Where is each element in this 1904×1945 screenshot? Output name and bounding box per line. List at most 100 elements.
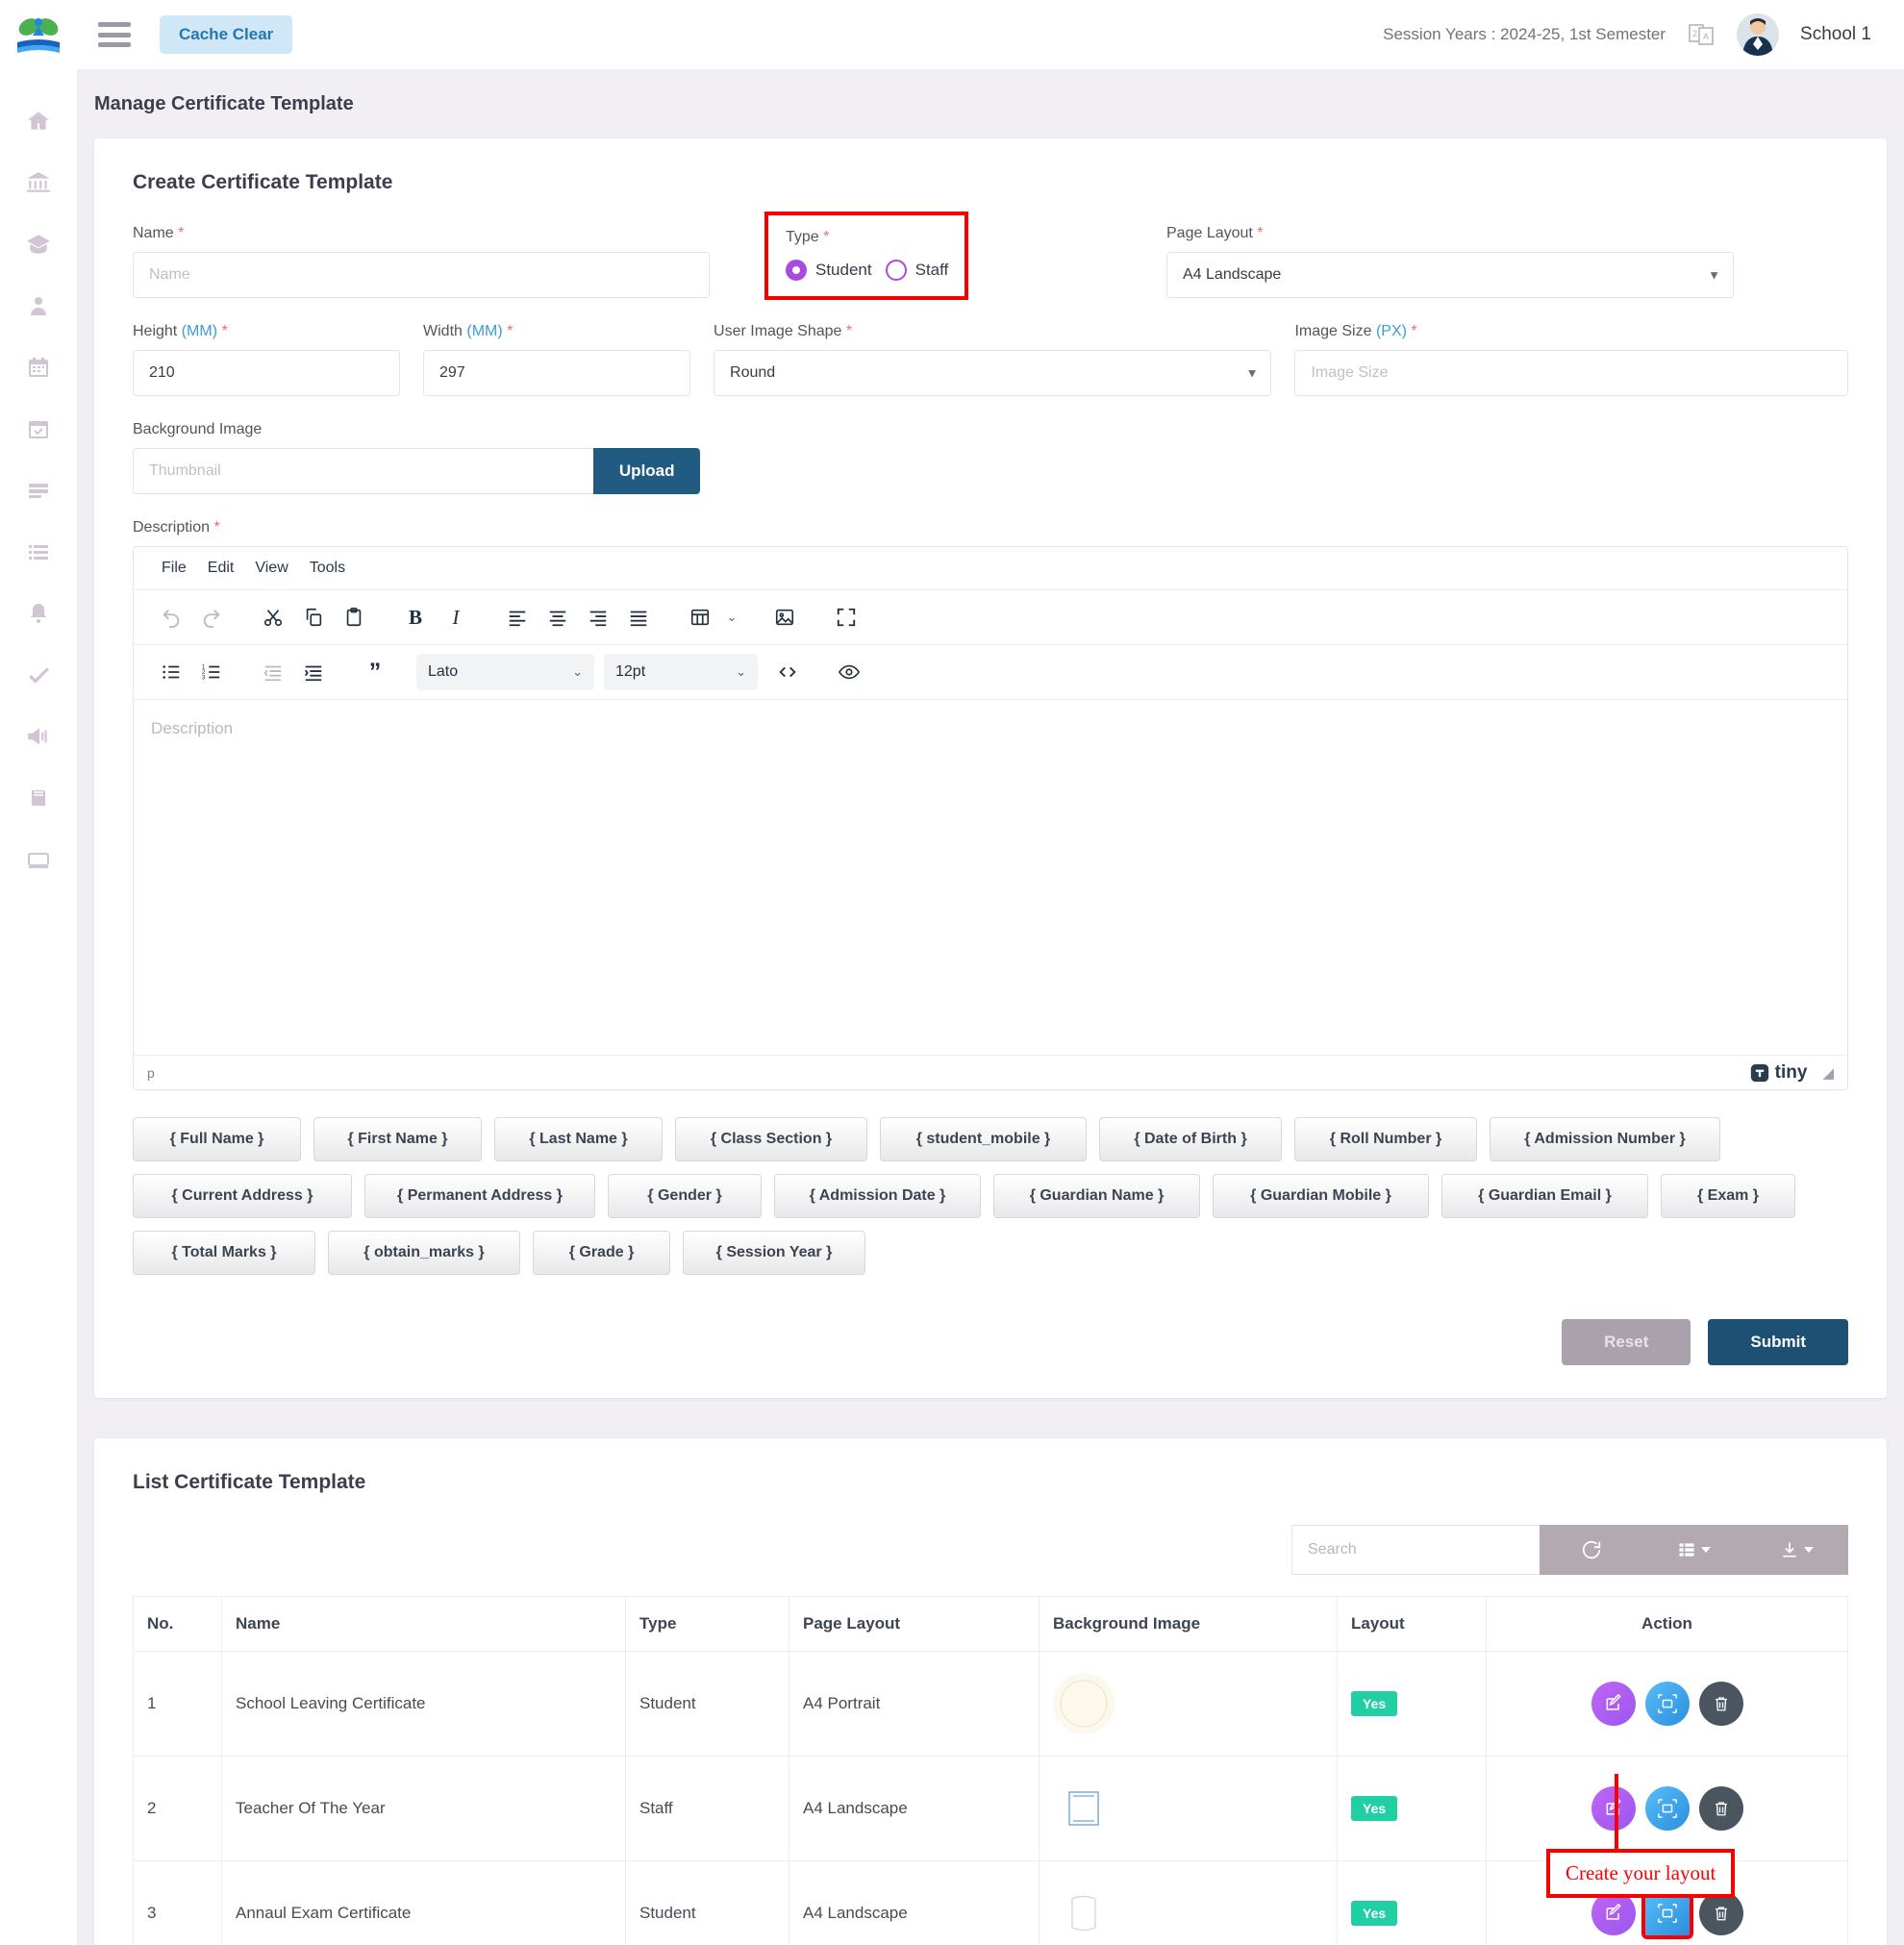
cache-clear-button[interactable]: Cache Clear bbox=[160, 15, 293, 54]
token-last-name[interactable]: { Last Name } bbox=[494, 1117, 663, 1161]
fullscreen-icon[interactable] bbox=[826, 598, 866, 636]
sidebar-item-lists[interactable] bbox=[0, 521, 77, 583]
token-grade[interactable]: { Grade } bbox=[533, 1231, 670, 1275]
menu-tools[interactable]: Tools bbox=[299, 553, 356, 584]
sidebar-item-academics[interactable] bbox=[0, 213, 77, 275]
table-icon[interactable] bbox=[680, 598, 720, 636]
token-guardian-mobile[interactable]: { Guardian Mobile } bbox=[1213, 1174, 1429, 1218]
certificate-thumbnail[interactable] bbox=[1053, 1883, 1115, 1944]
token-admission-date[interactable]: { Admission Date } bbox=[774, 1174, 981, 1218]
token-date-of-birth[interactable]: { Date of Birth } bbox=[1099, 1117, 1282, 1161]
sidebar-item-notifications[interactable] bbox=[0, 583, 77, 644]
reset-button[interactable]: Reset bbox=[1562, 1319, 1691, 1365]
user-image-shape-select[interactable] bbox=[714, 350, 1272, 396]
token-class-section[interactable]: { Class Section } bbox=[675, 1117, 867, 1161]
radio-staff[interactable]: Staff bbox=[885, 260, 948, 281]
token-full-name[interactable]: { Full Name } bbox=[133, 1117, 301, 1161]
image-size-input[interactable] bbox=[1294, 350, 1848, 396]
edit-icon[interactable] bbox=[1591, 1682, 1636, 1726]
numbered-list-icon[interactable]: 123 bbox=[191, 653, 232, 691]
token-admission-number[interactable]: { Admission Number } bbox=[1490, 1117, 1720, 1161]
refresh-icon[interactable] bbox=[1540, 1525, 1642, 1575]
align-justify-icon[interactable] bbox=[618, 598, 659, 636]
sidebar-item-attendance[interactable] bbox=[0, 398, 77, 460]
search-input[interactable] bbox=[1291, 1525, 1540, 1575]
page-title: Manage Certificate Template bbox=[94, 92, 354, 114]
avatar[interactable] bbox=[1737, 13, 1780, 56]
table-chevron-down-icon[interactable]: ⌄ bbox=[720, 598, 743, 636]
submit-button[interactable]: Submit bbox=[1708, 1319, 1848, 1365]
hamburger-icon[interactable] bbox=[98, 22, 131, 47]
resize-handle-icon[interactable]: ◢ bbox=[1822, 1064, 1834, 1082]
token-total-marks[interactable]: { Total Marks } bbox=[133, 1231, 315, 1275]
menu-edit[interactable]: Edit bbox=[197, 553, 245, 584]
paste-icon[interactable] bbox=[334, 598, 374, 636]
image-icon[interactable] bbox=[764, 598, 805, 636]
sidebar-item-institute[interactable] bbox=[0, 152, 77, 213]
export-icon[interactable] bbox=[1745, 1525, 1848, 1575]
preview-icon[interactable] bbox=[829, 653, 869, 691]
type-field-group: Type * Student Staff bbox=[764, 212, 974, 300]
align-left-icon[interactable] bbox=[497, 598, 538, 636]
sidebar-item-library[interactable] bbox=[0, 767, 77, 829]
tiny-brand-logo[interactable]: tiny bbox=[1750, 1062, 1807, 1084]
delete-icon[interactable] bbox=[1698, 1682, 1743, 1726]
description-textarea[interactable]: Description bbox=[134, 699, 1847, 1055]
token-guardian-name[interactable]: { Guardian Name } bbox=[993, 1174, 1200, 1218]
align-right-icon[interactable] bbox=[578, 598, 618, 636]
radio-student[interactable]: Student bbox=[786, 260, 872, 281]
sidebar-item-announcements[interactable] bbox=[0, 706, 77, 767]
type-highlight-box: Type * Student Staff bbox=[764, 212, 968, 300]
bold-icon[interactable]: B bbox=[395, 598, 436, 636]
italic-icon[interactable]: I bbox=[436, 598, 476, 636]
certificate-thumbnail[interactable] bbox=[1053, 1673, 1115, 1734]
blockquote-icon[interactable]: ” bbox=[355, 653, 395, 691]
sidebar-item-students[interactable] bbox=[0, 275, 77, 337]
delete-icon[interactable] bbox=[1698, 1786, 1743, 1831]
bullet-list-icon[interactable] bbox=[151, 653, 191, 691]
token-session-year[interactable]: { Session Year } bbox=[683, 1231, 865, 1275]
language-translate-icon[interactable]: 2 A bbox=[1687, 20, 1716, 49]
cut-icon[interactable] bbox=[253, 598, 293, 636]
width-input[interactable] bbox=[423, 350, 691, 396]
sidebar-item-approvals[interactable] bbox=[0, 644, 77, 706]
font-family-select[interactable]: Lato ⌄ bbox=[416, 654, 594, 690]
sidebar-item-calendar[interactable] bbox=[0, 337, 77, 398]
upload-button[interactable]: Upload bbox=[593, 448, 700, 494]
token-obtain-marks[interactable]: { obtain_marks } bbox=[328, 1231, 520, 1275]
indent-icon[interactable] bbox=[293, 653, 334, 691]
radio-dot-selected[interactable] bbox=[786, 260, 807, 281]
columns-icon[interactable] bbox=[1642, 1525, 1745, 1575]
token-roll-number[interactable]: { Roll Number } bbox=[1294, 1117, 1477, 1161]
token-first-name[interactable]: { First Name } bbox=[313, 1117, 482, 1161]
align-center-icon[interactable] bbox=[538, 598, 578, 636]
token-current-address[interactable]: { Current Address } bbox=[133, 1174, 352, 1218]
token-guardian-email[interactable]: { Guardian Email } bbox=[1441, 1174, 1648, 1218]
name-input[interactable] bbox=[133, 252, 710, 298]
sidebar-item-reports[interactable] bbox=[0, 460, 77, 521]
menu-view[interactable]: View bbox=[244, 553, 298, 584]
undo-icon[interactable] bbox=[151, 598, 191, 636]
radio-dot[interactable] bbox=[885, 260, 907, 281]
copy-icon[interactable] bbox=[293, 598, 334, 636]
token-exam[interactable]: { Exam } bbox=[1661, 1174, 1795, 1218]
token-gender[interactable]: { Gender } bbox=[608, 1174, 762, 1218]
token-permanent-address[interactable]: { Permanent Address } bbox=[364, 1174, 595, 1218]
redo-icon[interactable] bbox=[191, 598, 232, 636]
layout-icon[interactable] bbox=[1644, 1682, 1690, 1726]
layout-icon[interactable] bbox=[1644, 1786, 1690, 1831]
certificate-thumbnail[interactable] bbox=[1053, 1778, 1115, 1839]
thumbnail-input[interactable] bbox=[133, 448, 594, 494]
sidebar-item-online[interactable] bbox=[0, 829, 77, 890]
height-input[interactable] bbox=[133, 350, 401, 396]
page-layout-select[interactable] bbox=[1166, 252, 1734, 298]
topbar-right-group: Session Years : 2024-25, 1st Semester 2 … bbox=[1383, 13, 1904, 56]
font-size-select[interactable]: 12pt ⌄ bbox=[604, 654, 758, 690]
menu-file[interactable]: File bbox=[151, 553, 197, 584]
sidebar-item-dashboard[interactable] bbox=[0, 90, 77, 152]
cell-layout: Yes bbox=[1337, 1860, 1487, 1945]
edit-icon[interactable] bbox=[1591, 1786, 1636, 1831]
outdent-icon[interactable] bbox=[253, 653, 293, 691]
code-icon[interactable] bbox=[767, 653, 808, 691]
token-student-mobile[interactable]: { student_mobile } bbox=[880, 1117, 1087, 1161]
